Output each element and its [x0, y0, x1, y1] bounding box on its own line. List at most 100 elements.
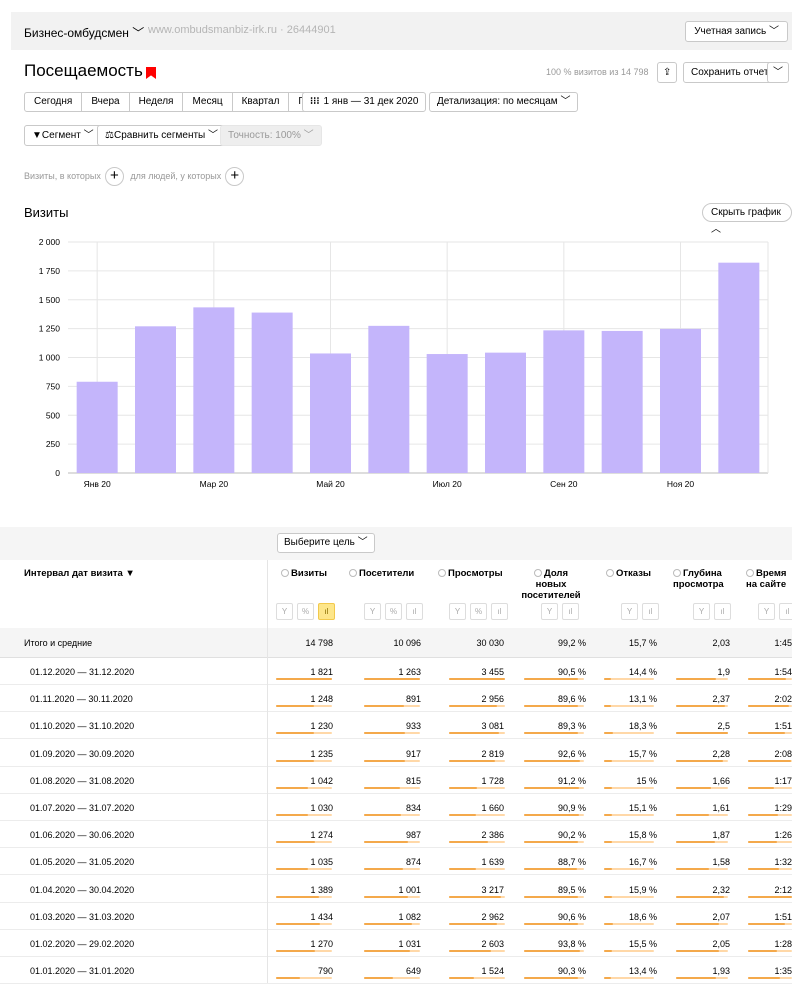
col-new-visitors-tools: Yıl [541, 603, 583, 620]
accuracy-dropdown[interactable]: Точность: 100% ﹀ [220, 125, 322, 146]
cell-value: 1:45 [774, 638, 792, 648]
bar-chart-icon[interactable]: ıl [642, 603, 659, 620]
cell-value: 93,8 % [557, 939, 586, 949]
account-button[interactable]: Учетная запись ﹀ [685, 21, 788, 42]
bar-chart-icon[interactable]: ıl [779, 603, 792, 620]
filter-icon[interactable]: Y [364, 603, 381, 620]
value-bar-fill [449, 950, 492, 952]
col-pageviews[interactable]: Просмотры [438, 568, 503, 579]
table-row[interactable]: 01.06.2020 — 30.06.2020 1 274 987 2 386 90,2… [0, 821, 792, 849]
value-bar-fill [604, 705, 611, 708]
bar-chart-icon[interactable]: ıl [714, 603, 731, 620]
col-depth[interactable]: Глубина просмотра [673, 568, 733, 590]
cell-value: 1:26 [774, 830, 792, 841]
cell-value: 1 042 [310, 775, 333, 786]
value-bar [748, 950, 792, 952]
value-bar [449, 814, 505, 816]
x-tick-label: Ноя 20 [667, 479, 695, 489]
table-row[interactable]: 01.05.2020 — 31.05.2020 1 035 874 1 639 88,7… [0, 848, 792, 876]
compare-segments-button[interactable]: ⚖Сравнить сегменты ﹀ [97, 125, 227, 146]
col-bounce[interactable]: Отказы [606, 568, 651, 579]
cell-value: 2 819 [481, 748, 504, 759]
filter-icon[interactable]: Y [449, 603, 466, 620]
table-row[interactable]: 01.02.2020 — 29.02.2020 1 270 1 031 2 603 93… [0, 930, 792, 957]
info-icon [606, 569, 614, 577]
filter-icon[interactable]: Y [621, 603, 638, 620]
date-range-button[interactable]: ⁝⁝⁝ 1 янв — 31 дек 2020 [302, 92, 427, 112]
period-yesterday[interactable]: Вчера [81, 92, 130, 112]
save-report-button[interactable]: Сохранить отчет [683, 62, 777, 83]
detail-dropdown[interactable]: Детализация: по месяцам ﹀ [429, 92, 579, 112]
table-row[interactable]: 01.07.2020 — 31.07.2020 1 030 834 1 660 90,9… [0, 794, 792, 821]
counter-selector[interactable]: Бизнес-омбудсмен ﹀ [24, 24, 144, 41]
row-label: 01.02.2020 — 29.02.2020 [30, 939, 135, 949]
bar-Июл 20 [426, 354, 468, 473]
table-row[interactable]: 01.08.2020 — 31.08.2020 1 042 815 1 728 91,2… [0, 767, 792, 794]
period-quarter[interactable]: Квартал [231, 92, 290, 112]
cell-value: 10 096 [393, 638, 421, 648]
col-visitors[interactable]: Посетители [349, 568, 414, 579]
table-row[interactable]: 01.12.2020 — 31.12.2020 1 821 1 263 3 455 90… [0, 658, 792, 685]
filter-icon[interactable]: Y [758, 603, 775, 620]
value-bar-fill [276, 950, 316, 952]
cell-value: 1 263 [398, 667, 421, 677]
table-row[interactable]: 01.09.2020 — 30.09.2020 1 235 917 2 819 92,6… [0, 740, 792, 767]
bar-chart-icon[interactable]: ıl [318, 603, 335, 620]
col-visits-tools: Y% ıl [276, 603, 339, 620]
add-people-filter-icon[interactable]: + [225, 167, 245, 186]
period-week[interactable]: Неделя [128, 92, 184, 112]
percent-icon[interactable]: % [385, 603, 402, 620]
period-month[interactable]: Месяц [182, 92, 233, 112]
goal-dropdown[interactable]: Выберите цель ﹀ [277, 533, 375, 553]
col-time[interactable]: Время на сайте [746, 568, 792, 590]
dimension-header[interactable]: Интервал дат визита ▼ [24, 568, 135, 579]
table-row[interactable]: 01.11.2020 — 30.11.2020 1 248 891 2 956 89,6… [0, 685, 792, 713]
detail-label: Детализация: по месяцам [437, 96, 558, 107]
value-bar-fill [364, 678, 420, 680]
totals-row[interactable]: Итого и средние 14 798 10 096 30 030 99,2 % 1… [0, 628, 792, 658]
value-bar-fill [748, 732, 785, 735]
value-bar-fill [449, 759, 495, 762]
value-bar [524, 895, 584, 898]
value-bar-fill [276, 922, 321, 925]
add-visit-filter-icon[interactable]: + [104, 167, 124, 186]
value-bar-fill [276, 868, 308, 871]
chevron-down-icon: ﹀ [83, 130, 94, 141]
value-bar-fill [524, 705, 578, 708]
hide-chart-button[interactable]: Скрыть график ︿ [702, 203, 792, 235]
bar-chart-icon[interactable]: ıl [491, 603, 508, 620]
filter-icon: ▼ [32, 130, 42, 141]
cell-value: 1 639 [481, 857, 504, 868]
percent-icon[interactable]: % [297, 603, 314, 620]
col-new-visitors[interactable]: Доля новых посетителей [521, 568, 581, 601]
bookmark-icon[interactable] [146, 67, 156, 79]
value-bar [449, 868, 505, 871]
filter-icon[interactable]: Y [693, 603, 710, 620]
table-row[interactable]: 01.10.2020 — 31.10.2020 1 230 933 3 081 89,3… [0, 712, 792, 740]
value-bar [604, 895, 654, 898]
goal-strip [0, 527, 792, 560]
cell-value: 1 660 [481, 803, 504, 813]
value-bar [364, 895, 420, 898]
cell-value: 2 603 [481, 939, 504, 949]
filter-icon[interactable]: Y [541, 603, 558, 620]
table-row[interactable]: 01.03.2020 — 31.03.2020 1 434 1 082 2 962 90… [0, 903, 792, 930]
export-button[interactable]: ⇪ [657, 62, 678, 83]
bar-Июн 20 [368, 325, 410, 473]
value-bar-fill [276, 678, 332, 680]
save-options-button[interactable]: ﹀ [767, 62, 789, 83]
filter-icon[interactable]: Y [276, 603, 293, 620]
period-today[interactable]: Сегодня [24, 92, 83, 112]
bar-chart-icon[interactable]: ıl [562, 603, 579, 620]
table-row[interactable]: 01.01.2020 — 31.01.2020 790 649 1 524 90,3 %… [0, 957, 792, 984]
value-bar-fill [524, 732, 578, 735]
segment-button[interactable]: ▼Сегмент ﹀ [24, 125, 102, 146]
cell-value: 1:17 [774, 775, 792, 786]
cell-value: 1,58 [712, 857, 730, 868]
cell-value: 90,6 % [557, 911, 586, 922]
table-row[interactable]: 01.04.2020 — 30.04.2020 1 389 1 001 3 217 89… [0, 876, 792, 903]
percent-icon[interactable]: % [470, 603, 487, 620]
col-visits[interactable]: Визиты [281, 568, 327, 579]
bar-chart-icon[interactable]: ıl [406, 603, 423, 620]
value-bar-fill [524, 841, 579, 844]
